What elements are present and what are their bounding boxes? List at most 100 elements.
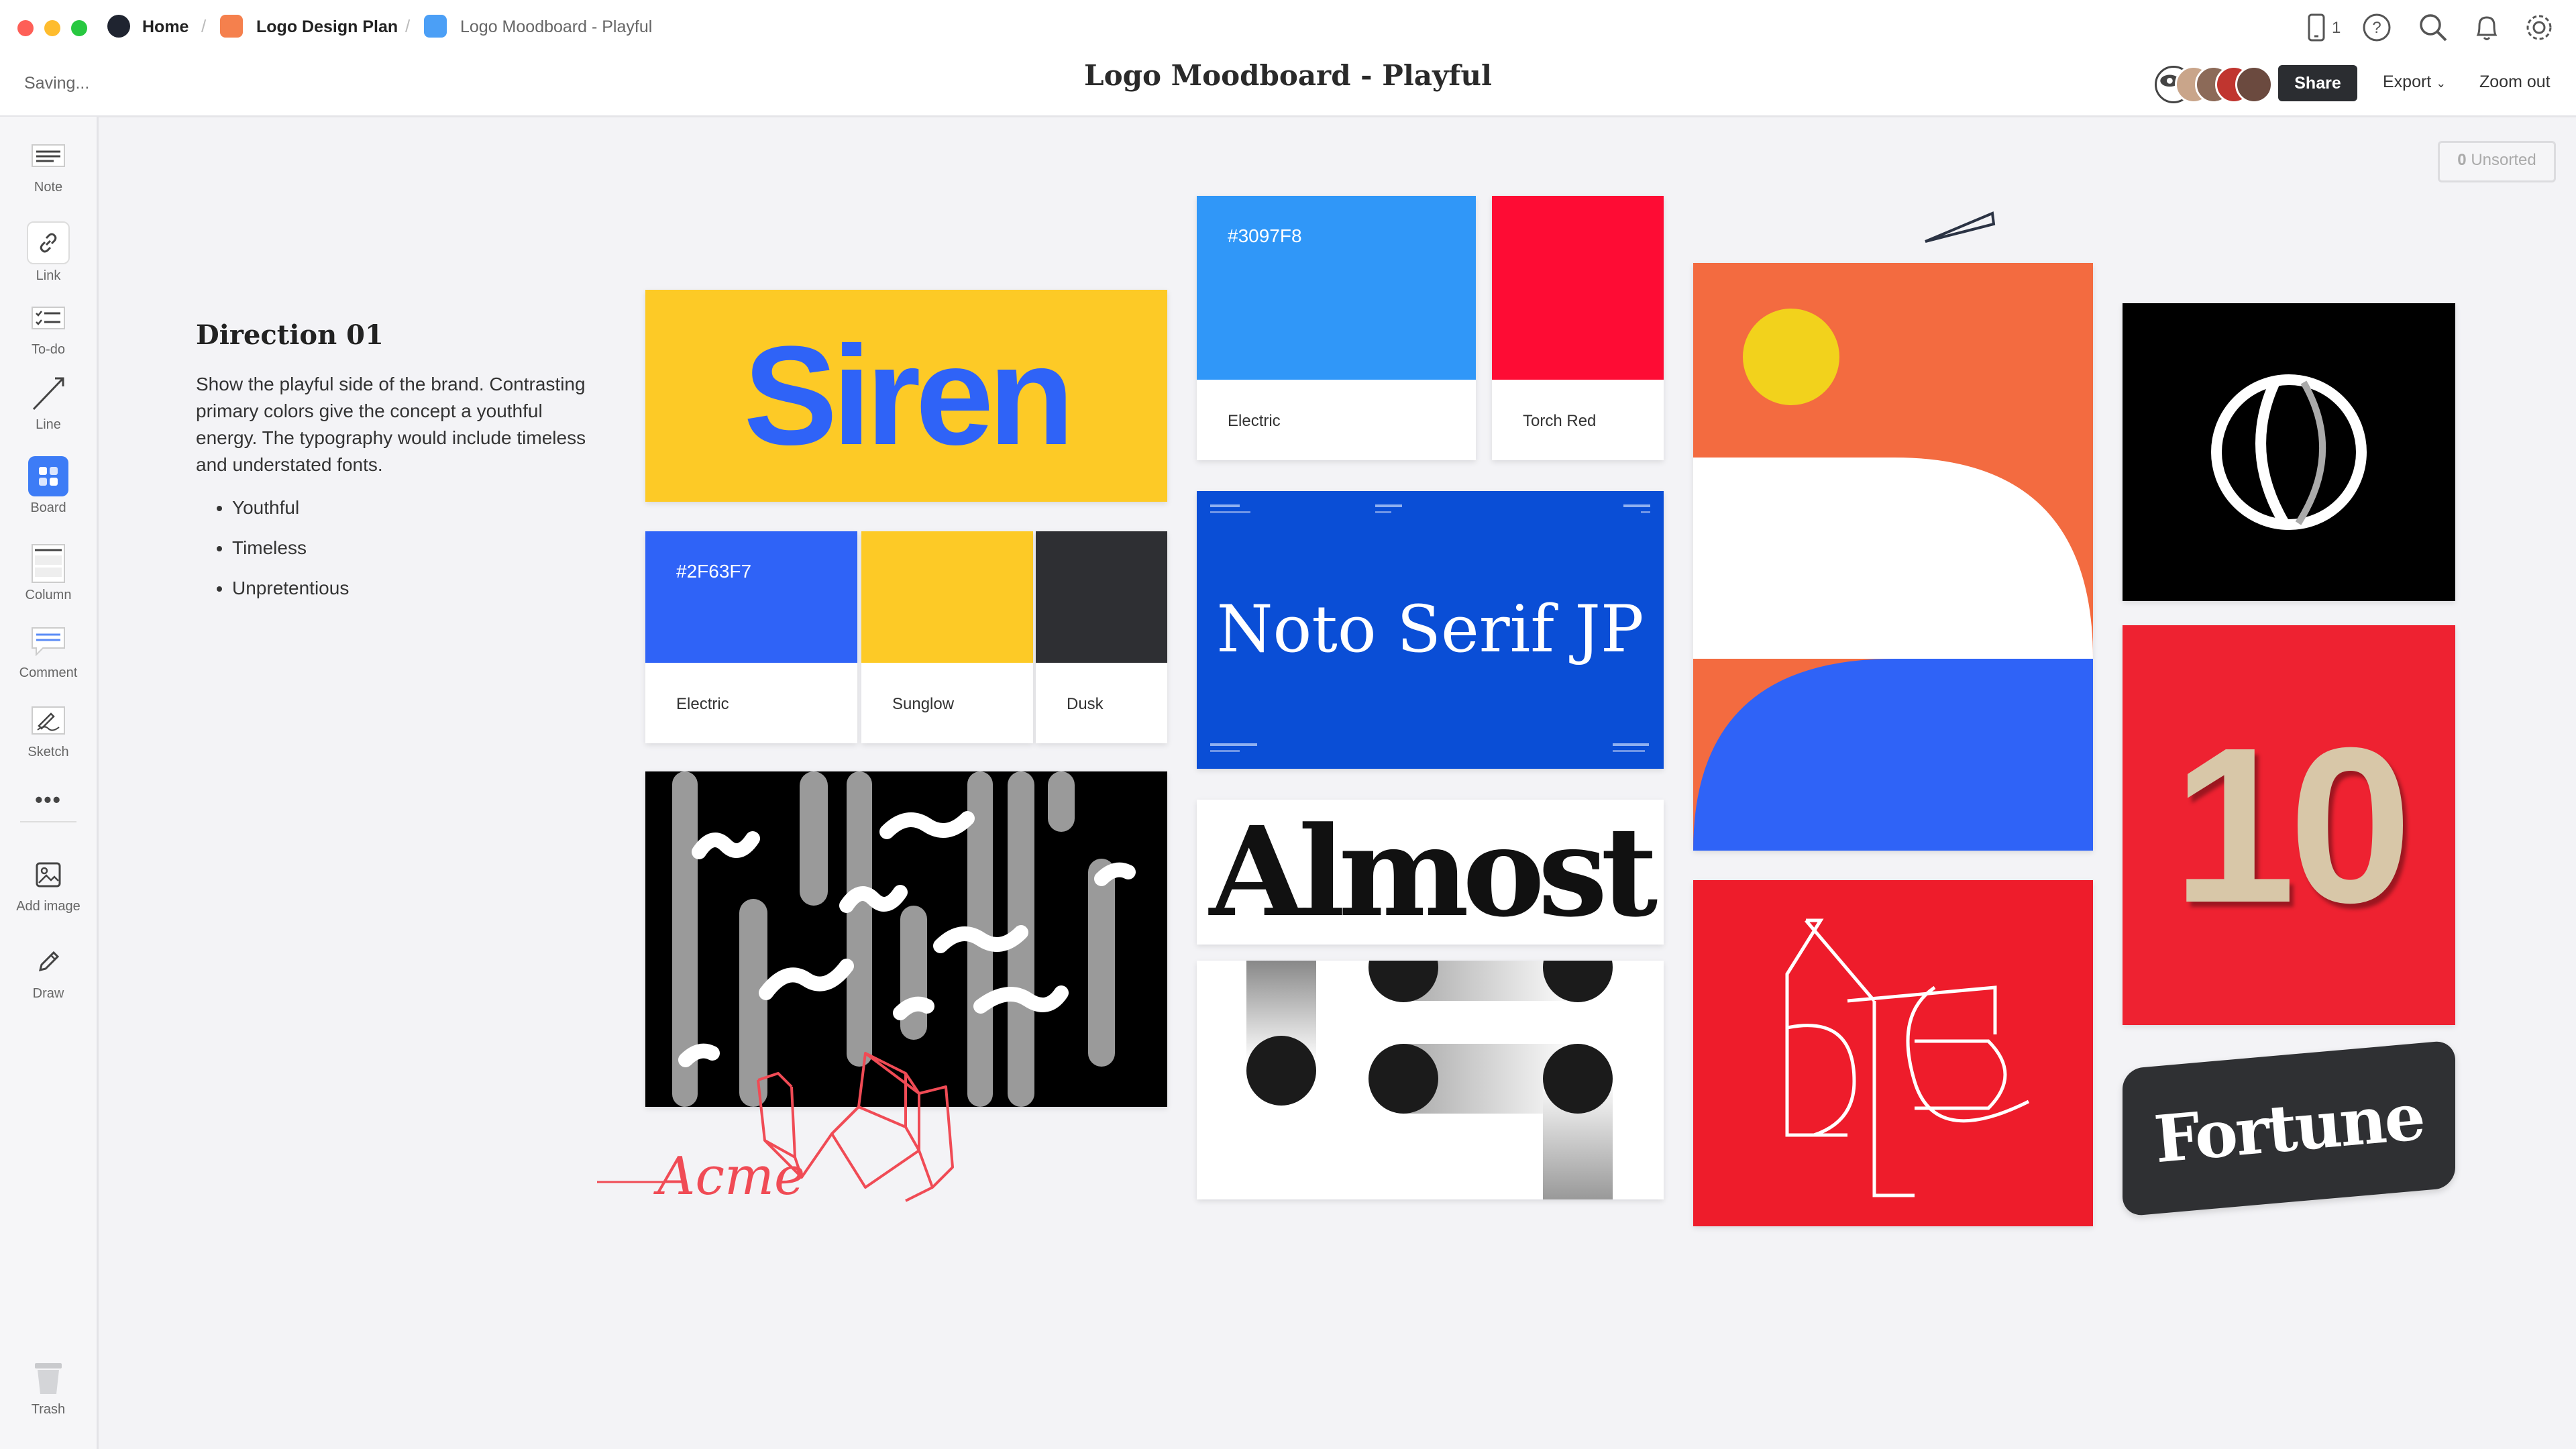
sidebar-divider bbox=[20, 821, 76, 822]
maximize-window-button[interactable] bbox=[71, 20, 87, 36]
swatch-color bbox=[1197, 196, 1476, 380]
device-count: 1 bbox=[2332, 19, 2341, 37]
siren-wordmark: Siren bbox=[743, 317, 1074, 474]
trash-label: Trash bbox=[31, 1402, 66, 1417]
tool-draw[interactable]: Draw bbox=[0, 942, 97, 1002]
save-status: Saving... bbox=[24, 74, 90, 93]
fortune-sticker-image[interactable]: Fortune bbox=[2123, 1040, 2455, 1217]
tool-sketch[interactable]: Sketch bbox=[0, 700, 97, 760]
red-monogram-logo-image[interactable] bbox=[1693, 880, 2093, 1226]
geometric-poster-graphic bbox=[1693, 263, 2093, 851]
swatch-hex: #3097F8 bbox=[1228, 225, 1302, 246]
color-swatch-electric[interactable]: #2F63F7 Electric bbox=[645, 531, 857, 743]
geometric-poster-image[interactable] bbox=[1693, 263, 2093, 851]
noto-serif-typeface-image[interactable]: Noto Serif JP bbox=[1197, 491, 1664, 769]
unsorted-count: 0 bbox=[2457, 151, 2467, 169]
direction-note[interactable]: Direction 01 Show the playful side of th… bbox=[196, 319, 592, 608]
tool-link[interactable]: Link bbox=[0, 221, 97, 284]
breadcrumb-logo-design-plan[interactable]: Logo Design Plan bbox=[256, 16, 398, 38]
breadcrumb-separator: / bbox=[201, 16, 207, 36]
swatch-color bbox=[861, 531, 1033, 663]
board-icon bbox=[28, 456, 68, 496]
trash-icon bbox=[28, 1358, 68, 1398]
title-bar: Home / Logo Design Plan / Logo Moodboard… bbox=[0, 0, 2576, 117]
globe-logo-graphic bbox=[2211, 374, 2367, 530]
device-icon[interactable] bbox=[2300, 11, 2333, 44]
avatar[interactable] bbox=[2235, 66, 2273, 103]
tool-board[interactable]: Board bbox=[0, 456, 97, 516]
color-swatch-torch-red[interactable]: Torch Red bbox=[1492, 196, 1664, 460]
note-bullet: Timeless bbox=[232, 528, 592, 568]
tool-add-image[interactable]: Add image bbox=[0, 855, 97, 914]
column-icon bbox=[28, 543, 68, 584]
export-menu-button[interactable]: Export ⌄ bbox=[2383, 72, 2446, 92]
close-window-button[interactable] bbox=[17, 20, 34, 36]
export-label: Export bbox=[2383, 72, 2432, 91]
image-icon bbox=[28, 855, 68, 895]
more-tools-icon[interactable]: ••• bbox=[0, 788, 97, 812]
unsorted-button[interactable]: 0 Unsorted bbox=[2438, 141, 2556, 182]
tool-sidebar: Note Link To-do Line Board Column Commen… bbox=[0, 117, 99, 1449]
svg-text:?: ? bbox=[2372, 19, 2381, 37]
pen-icon bbox=[28, 942, 68, 982]
red-sketch-drawing[interactable]: Acme bbox=[597, 1033, 1107, 1221]
tool-todo[interactable]: To-do bbox=[0, 298, 97, 358]
chevron-down-icon: ⌄ bbox=[2436, 76, 2447, 90]
acme-handwriting: Acme bbox=[653, 1146, 805, 1207]
todo-icon bbox=[28, 298, 68, 338]
note-body: Show the playful side of the brand. Cont… bbox=[196, 374, 586, 475]
tool-comment[interactable]: Comment bbox=[0, 621, 97, 681]
breadcrumb-separator: / bbox=[405, 16, 411, 36]
help-icon[interactable]: ? bbox=[2360, 11, 2394, 44]
tool-line[interactable]: Line bbox=[0, 373, 97, 433]
breadcrumb-home[interactable]: Home bbox=[142, 16, 189, 38]
tool-label: Add image bbox=[16, 899, 80, 914]
poster-top-right-decoration bbox=[1623, 504, 1650, 513]
line-icon bbox=[28, 373, 68, 413]
tool-label: Board bbox=[30, 500, 66, 515]
swatch-color bbox=[645, 531, 857, 663]
note-bullet: Unpretentious bbox=[232, 568, 592, 608]
board-color-icon bbox=[424, 15, 447, 38]
noto-serif-specimen: Noto Serif JP bbox=[1216, 592, 1644, 667]
tool-label: Column bbox=[25, 588, 72, 602]
poster-top-left-decoration bbox=[1210, 504, 1277, 514]
swatch-name: Torch Red bbox=[1523, 412, 1597, 430]
tool-column[interactable]: Column bbox=[0, 543, 97, 603]
red-monogram-graphic bbox=[1785, 918, 2030, 1197]
home-logo-icon[interactable] bbox=[107, 15, 130, 38]
color-swatch-sunglow[interactable]: Sunglow bbox=[861, 531, 1033, 743]
swatch-name: Electric bbox=[1228, 412, 1281, 430]
search-icon[interactable] bbox=[2416, 11, 2450, 44]
settings-gear-icon[interactable] bbox=[2522, 11, 2556, 44]
tool-label: Line bbox=[36, 417, 61, 432]
comment-icon bbox=[28, 621, 68, 661]
tool-note[interactable]: Note bbox=[0, 136, 97, 195]
swatch-color bbox=[1492, 196, 1664, 380]
breadcrumb-current[interactable]: Logo Moodboard - Playful bbox=[460, 16, 652, 38]
note-icon bbox=[28, 136, 68, 176]
share-button[interactable]: Share bbox=[2278, 65, 2357, 101]
almost-typeface-image[interactable]: Almost bbox=[1197, 800, 1664, 945]
sketch-icon bbox=[28, 700, 68, 741]
tool-label: Sketch bbox=[28, 745, 69, 759]
siren-logo-image[interactable]: Siren bbox=[645, 290, 1167, 502]
abstract-circles-image[interactable] bbox=[1197, 961, 1664, 1199]
minimize-window-button[interactable] bbox=[44, 20, 60, 36]
notifications-bell-icon[interactable] bbox=[2470, 11, 2504, 44]
tool-label: Note bbox=[34, 180, 63, 195]
zoom-out-button[interactable]: Zoom out bbox=[2479, 72, 2551, 92]
number-ten-image[interactable]: 10 bbox=[2123, 625, 2455, 1025]
abstract-circles-graphic bbox=[1246, 961, 1613, 1199]
ten-numerals: 10 bbox=[2172, 701, 2412, 949]
board-color-icon bbox=[220, 15, 243, 38]
swatch-name: Dusk bbox=[1067, 695, 1104, 713]
poster-top-center-decoration bbox=[1375, 504, 1402, 513]
note-bullet: Youthful bbox=[232, 488, 592, 528]
color-swatch-electric-light[interactable]: #3097F8 Electric bbox=[1197, 196, 1476, 460]
unsorted-label: Unsorted bbox=[2471, 151, 2536, 169]
trash-button[interactable]: Trash bbox=[0, 1358, 97, 1417]
color-swatch-dusk[interactable]: Dusk bbox=[1036, 531, 1167, 743]
tool-label: Link bbox=[36, 268, 61, 283]
globe-logo-image[interactable] bbox=[2123, 303, 2455, 601]
